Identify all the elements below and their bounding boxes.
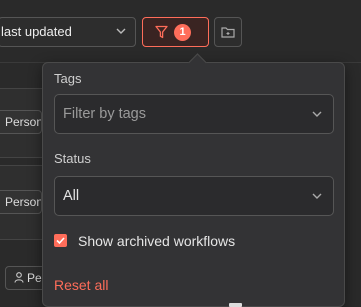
owner-chip-label: Person	[5, 115, 42, 129]
status-label: Status	[54, 151, 91, 166]
show-archived-label[interactable]: Show archived workflows	[78, 233, 235, 249]
tags-filter-placeholder: Filter by tags	[63, 106, 146, 122]
status-select-value: All	[63, 188, 80, 204]
owner-chip: Person	[0, 110, 42, 134]
owner-filter-chip-label: Pe	[27, 271, 42, 285]
workflow-toolbar: last updated 1	[0, 0, 361, 63]
reset-all-link[interactable]: Reset all	[54, 277, 108, 293]
filter-count-badge: 1	[174, 24, 191, 41]
sort-select-value: last updated	[1, 24, 72, 39]
owner-chip: Person	[0, 190, 42, 214]
scrollbar-thumb[interactable]	[229, 303, 242, 307]
filter-popover: Tags Filter by tags Status All Show arch…	[42, 53, 345, 307]
sort-select[interactable]: last updated	[0, 17, 136, 47]
chevron-down-icon	[115, 18, 127, 56]
status-select[interactable]: All	[54, 176, 334, 216]
new-folder-button[interactable]	[214, 17, 242, 47]
tags-filter-select[interactable]: Filter by tags	[54, 94, 334, 134]
checkmark-icon	[56, 237, 65, 245]
folder-icon	[221, 27, 235, 38]
owner-chip-label: Person	[5, 195, 42, 209]
funnel-icon	[155, 25, 168, 44]
filter-button[interactable]: 1	[142, 17, 209, 47]
tags-label: Tags	[54, 71, 82, 86]
chevron-down-icon	[311, 95, 323, 148]
chevron-down-icon	[311, 177, 323, 230]
person-icon	[14, 272, 24, 283]
owner-filter-chip[interactable]: Pe	[5, 266, 47, 290]
show-archived-checkbox[interactable]	[54, 234, 67, 247]
